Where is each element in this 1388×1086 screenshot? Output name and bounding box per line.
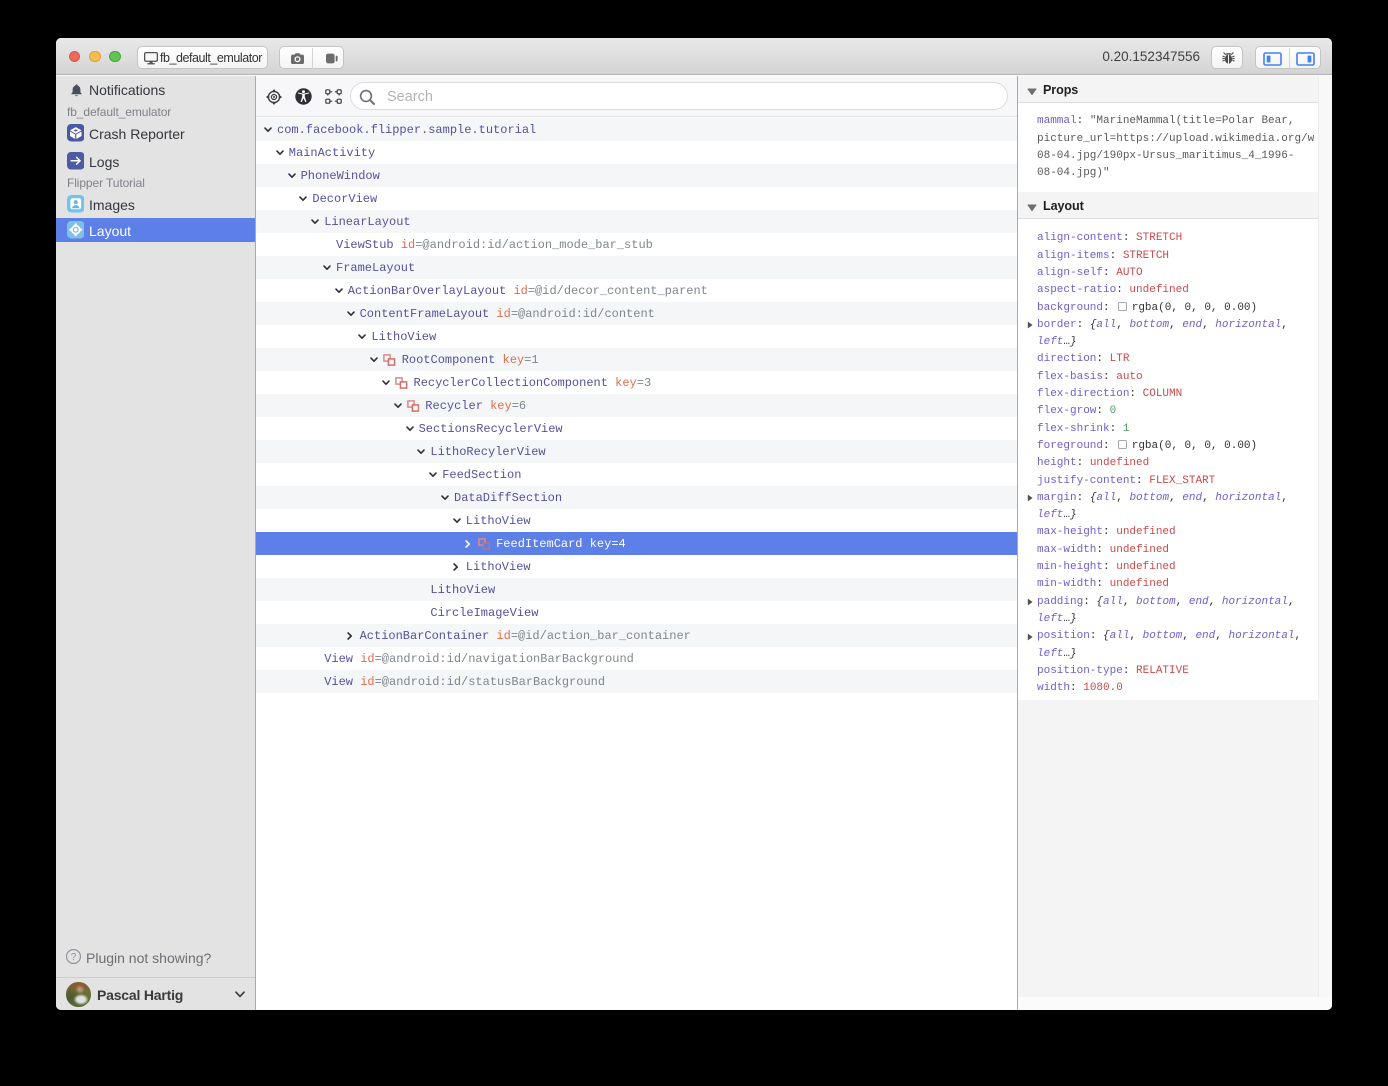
svg-text:?: ? [71, 952, 77, 963]
